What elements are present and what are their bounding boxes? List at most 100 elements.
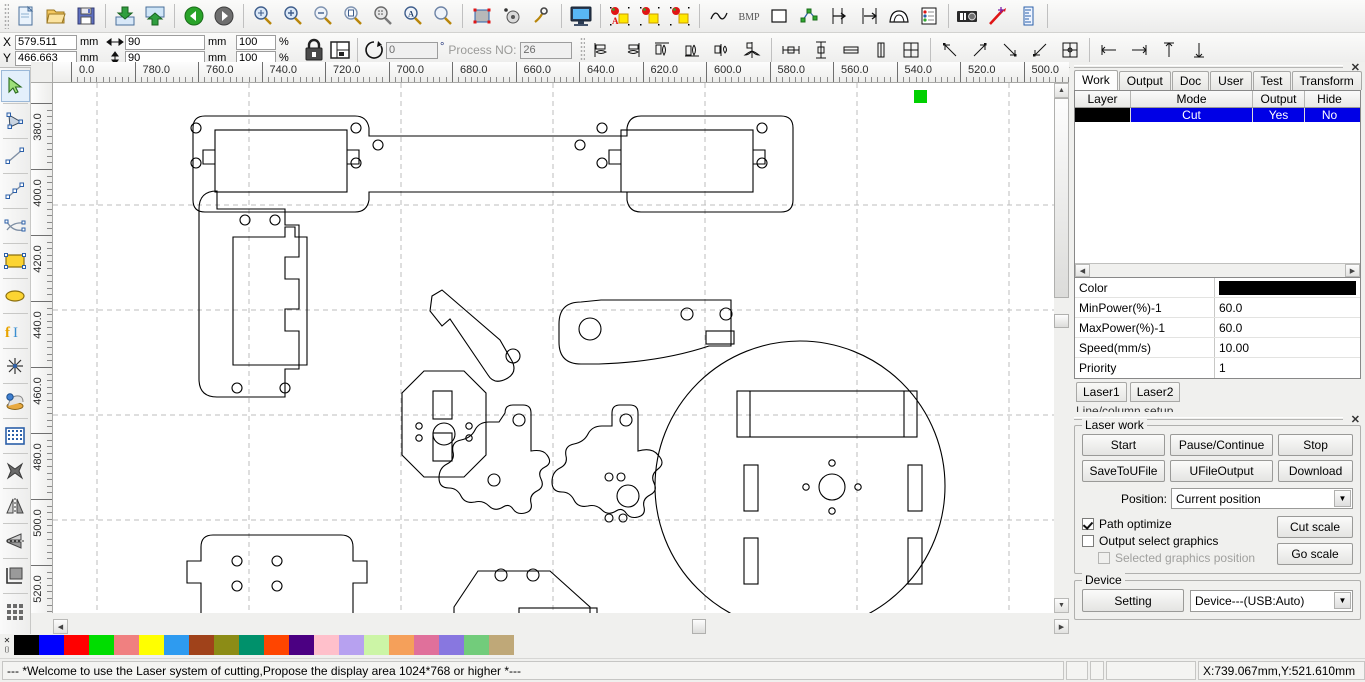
extend-bottom-icon[interactable]	[1184, 36, 1214, 64]
path-optimize-row[interactable]: Path optimize	[1082, 515, 1277, 532]
new-file-icon[interactable]	[11, 2, 41, 30]
width-input[interactable]	[125, 34, 205, 50]
zoom-window-icon[interactable]	[428, 2, 458, 30]
anchor-position-icon[interactable]	[327, 35, 353, 65]
param-value[interactable]: 1	[1215, 358, 1360, 378]
curve-tool-icon[interactable]	[704, 2, 734, 30]
measure-start-icon[interactable]	[824, 2, 854, 30]
palette-swatch[interactable]	[414, 635, 439, 655]
chevron-down-icon[interactable]: ▼	[1334, 591, 1351, 609]
cut-scale-button[interactable]: Cut scale	[1277, 516, 1353, 538]
node-edit-tool[interactable]	[1, 105, 30, 137]
path-optimize-icon[interactable]	[794, 2, 824, 30]
align-left-icon[interactable]	[587, 36, 617, 64]
layer-list-icon[interactable]	[914, 2, 944, 30]
zoom-out-icon[interactable]	[308, 2, 338, 30]
rotate-input[interactable]	[386, 41, 438, 59]
palette-swatch[interactable]	[464, 635, 489, 655]
stop-button[interactable]: Stop	[1278, 434, 1353, 456]
close-icon[interactable]: ✕	[1351, 61, 1360, 74]
output-select-row[interactable]: Output select graphics	[1082, 532, 1277, 549]
layer-color-swatch[interactable]	[1075, 108, 1131, 122]
array-bottomleft-icon[interactable]	[1025, 36, 1055, 64]
process-no-input[interactable]	[520, 41, 573, 59]
position-select[interactable]: Current position ▼	[1171, 488, 1353, 509]
param-value[interactable]: 10.00	[1215, 338, 1360, 357]
go-scale-button[interactable]: Go scale	[1277, 543, 1353, 565]
capture-tool[interactable]	[1, 385, 30, 417]
matrix-tool[interactable]	[1, 595, 30, 627]
align-vcenter-icon[interactable]	[707, 36, 737, 64]
ufile-output-button[interactable]: UFileOutput	[1169, 460, 1274, 482]
zoom-pan-icon[interactable]	[248, 2, 278, 30]
table-row[interactable]: Cut Yes No	[1075, 108, 1360, 122]
same-width-icon[interactable]	[836, 36, 866, 64]
lock-ratio-icon[interactable]	[301, 35, 327, 65]
toolbar-grip[interactable]	[4, 3, 9, 29]
layer-scroll-left[interactable]: ◀	[1075, 264, 1090, 277]
dist-hgap-icon[interactable]	[776, 36, 806, 64]
palette-swatch[interactable]	[139, 635, 164, 655]
same-size-icon[interactable]	[896, 36, 926, 64]
rect-tool-icon[interactable]	[764, 2, 794, 30]
tab-output[interactable]: Output	[1118, 71, 1171, 90]
array-bottomright-icon[interactable]	[995, 36, 1025, 64]
offset-tool[interactable]	[1, 560, 30, 592]
polyline-tool[interactable]	[1, 175, 30, 207]
setting-button[interactable]: Setting	[1082, 589, 1184, 612]
zoom-in-icon[interactable]	[278, 2, 308, 30]
array-center-icon[interactable]	[1055, 36, 1085, 64]
ungroup-icon[interactable]	[665, 2, 695, 30]
vscroll-thumb[interactable]	[1054, 98, 1069, 298]
undo-icon[interactable]	[179, 2, 209, 30]
palette-swatch[interactable]	[164, 635, 189, 655]
same-height-icon[interactable]	[866, 36, 896, 64]
palette-swatch[interactable]	[89, 635, 114, 655]
layer-hide-cell[interactable]: No	[1305, 108, 1354, 122]
text-tool[interactable]: fI	[1, 315, 30, 347]
line-tool[interactable]	[1, 140, 30, 172]
import-icon[interactable]	[110, 2, 140, 30]
unclosed-curve-icon[interactable]	[497, 2, 527, 30]
palette-swatch[interactable]	[489, 635, 514, 655]
x-input[interactable]	[15, 34, 77, 50]
toolbar-grip[interactable]	[580, 37, 586, 63]
grid-array-tool[interactable]	[1, 420, 30, 452]
palette-swatch[interactable]	[314, 635, 339, 655]
spark-tool[interactable]	[1, 350, 30, 382]
curve-smooth-icon[interactable]	[527, 2, 557, 30]
download-button[interactable]: Download	[1278, 460, 1353, 482]
palette-swatch[interactable]	[339, 635, 364, 655]
array-topright-icon[interactable]	[965, 36, 995, 64]
scroll-right-arrow[interactable]: ▶	[1054, 619, 1069, 634]
extend-top-icon[interactable]	[1154, 36, 1184, 64]
layer-scroll-right[interactable]: ▶	[1345, 264, 1360, 277]
tab-laser2[interactable]: Laser2	[1129, 382, 1181, 402]
param-value[interactable]	[1215, 278, 1360, 297]
node-edit-icon[interactable]	[467, 2, 497, 30]
align-right-icon[interactable]	[617, 36, 647, 64]
align-bottom-icon[interactable]	[677, 36, 707, 64]
param-row-priority[interactable]: Priority 1	[1075, 358, 1360, 378]
palette-swatch[interactable]	[64, 635, 89, 655]
preview-icon[interactable]	[566, 2, 596, 30]
layer-output-cell[interactable]: Yes	[1253, 108, 1305, 122]
extend-right-icon[interactable]	[1124, 36, 1154, 64]
tab-doc[interactable]: Doc	[1171, 71, 1210, 90]
bezier-tool[interactable]	[1, 210, 30, 242]
select-tool[interactable]	[0, 70, 30, 102]
param-value[interactable]: 60.0	[1215, 298, 1360, 317]
device-select[interactable]: Device---(USB:Auto) ▼	[1190, 589, 1353, 612]
tab-work[interactable]: Work	[1074, 70, 1118, 90]
set-array-text-icon[interactable]: A	[605, 2, 635, 30]
param-row-minpower[interactable]: MinPower(%)-1 60.0	[1075, 298, 1360, 318]
save-to-ufile-button[interactable]: SaveToUFile	[1082, 460, 1165, 482]
align-top-icon[interactable]	[647, 36, 677, 64]
export-icon[interactable]	[140, 2, 170, 30]
palette-close-icon[interactable]: ✕ ⌷	[0, 634, 14, 656]
zoom-selection-icon[interactable]	[368, 2, 398, 30]
palette-swatch[interactable]	[439, 635, 464, 655]
redo-icon[interactable]	[209, 2, 239, 30]
pause-continue-button[interactable]: Pause/Continue	[1169, 434, 1274, 456]
path-optimize-checkbox[interactable]	[1082, 517, 1094, 530]
